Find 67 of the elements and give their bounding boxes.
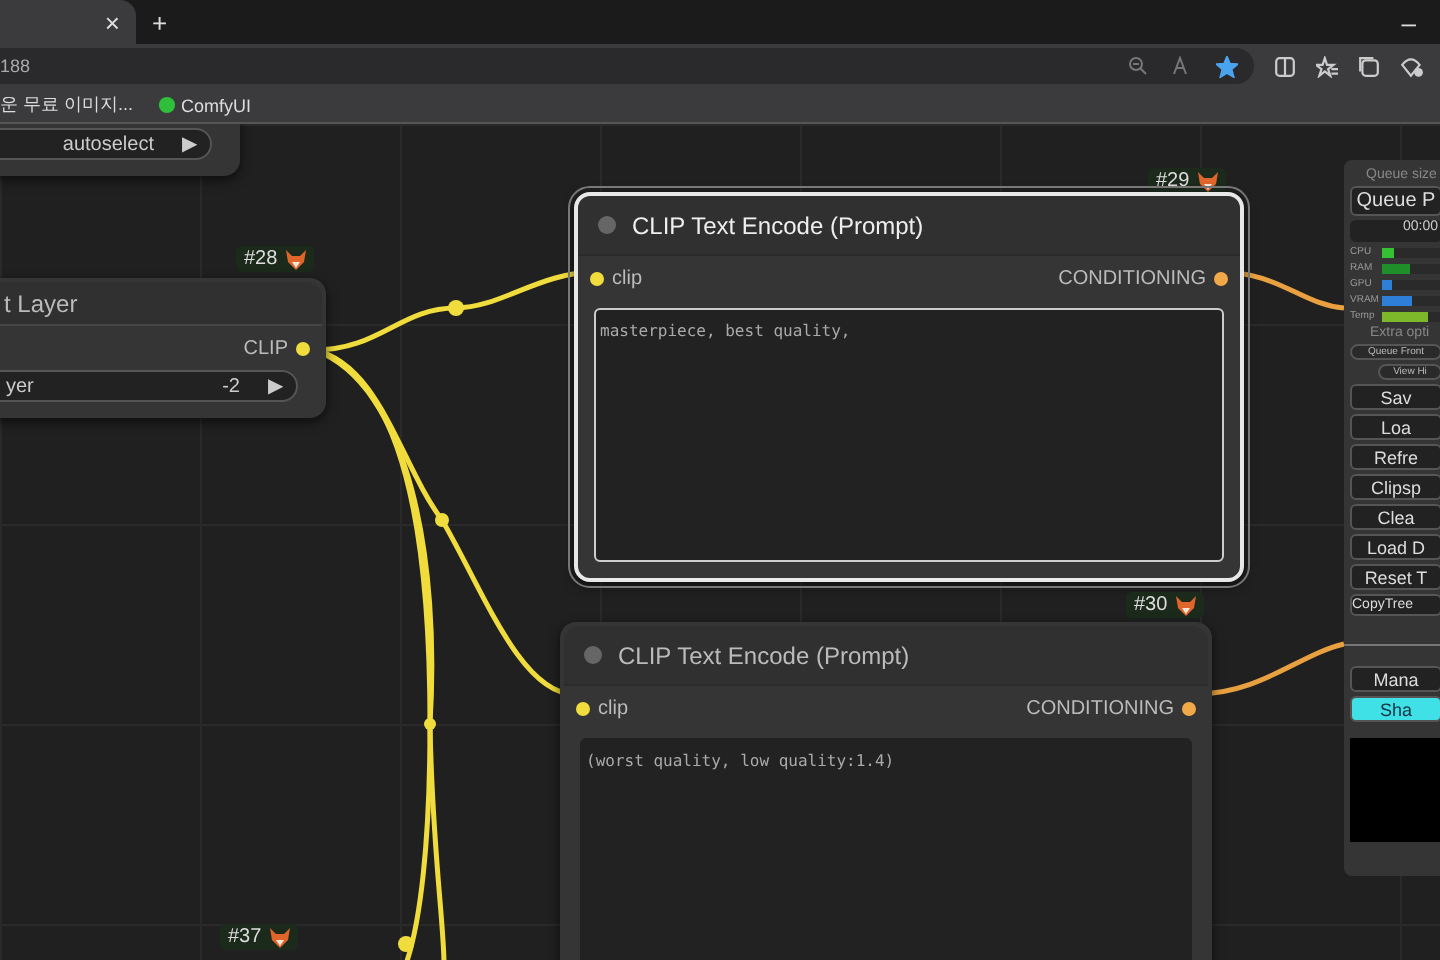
split-screen-icon[interactable] [1274, 55, 1296, 77]
output-slot[interactable]: CONDITIONING [1026, 697, 1196, 719]
zoom-out-icon[interactable] [1128, 56, 1148, 76]
collapse-dot-icon[interactable] [598, 216, 616, 234]
pin-icon[interactable] [1214, 271, 1228, 285]
output-slot[interactable]: CONDITIONING [1058, 267, 1228, 289]
site-icon [157, 96, 176, 114]
node-card[interactable]: CLIP Text Encode (Prompt) clip CONDITIONING masterpiece, best quality, [574, 192, 1244, 582]
pin-icon[interactable] [1182, 701, 1196, 715]
node-title: t Layer [4, 289, 78, 317]
pin-icon[interactable] [590, 271, 604, 285]
panel-button[interactable]: Clipsp [1350, 474, 1440, 500]
reroute-dot-icon[interactable] [424, 718, 436, 730]
panel-button[interactable]: Loa [1350, 414, 1440, 440]
minimize-button[interactable]: – [1393, 0, 1424, 44]
panel-button[interactable]: Sav [1350, 384, 1440, 410]
node-card[interactable]: CLIP Text Encode (Prompt) clip CONDITIONING (worst quality, low quality:1.4) [560, 622, 1212, 960]
collapse-dot-icon[interactable] [584, 646, 602, 664]
widget-label: yer [4, 373, 34, 399]
panel-button[interactable]: Refre [1350, 444, 1440, 470]
favorites-icon[interactable] [1316, 55, 1338, 77]
star-icon[interactable] [1216, 55, 1238, 77]
node-id: #28 [244, 248, 278, 270]
arrow-icon[interactable]: ▶ [182, 131, 198, 157]
preview-area [1350, 738, 1440, 842]
input-slot[interactable]: clip [576, 697, 629, 719]
pin-icon[interactable] [296, 341, 310, 355]
combo-widget[interactable]: autoselect ▶ [0, 128, 212, 160]
node-card[interactable]: autoselect ▶ [0, 124, 240, 176]
close-tab-button[interactable]: × [96, 9, 128, 35]
panel-button[interactable]: Reset T [1350, 564, 1440, 590]
node-title: CLIP Text Encode (Prompt) [632, 211, 924, 239]
number-widget[interactable]: yer -2 ▶ [0, 370, 298, 402]
node-title: CLIP Text Encode (Prompt) [618, 641, 910, 669]
browser-tab[interactable]: × [0, 0, 136, 44]
widget-value: autoselect [62, 131, 154, 157]
bookmark-link[interactable]: ComfyUI [157, 95, 252, 115]
reroute-dot-icon[interactable] [398, 936, 414, 952]
bookmark-link[interactable]: 운 무료 이미지... [0, 92, 134, 118]
panel-button[interactable]: Load D [1350, 534, 1440, 560]
extensions-icon[interactable] [1400, 55, 1424, 77]
prompt-text-area[interactable]: masterpiece, best quality, [594, 308, 1224, 562]
panel-button[interactable]: Clea [1350, 504, 1440, 530]
arrow-icon[interactable]: ▶ [268, 373, 284, 399]
fox-icon [285, 249, 306, 269]
prompt-text-area[interactable]: (worst quality, low quality:1.4) [580, 738, 1192, 960]
collections-icon[interactable] [1358, 55, 1380, 77]
url-text: 188 [0, 56, 33, 76]
fox-icon [269, 927, 290, 947]
node-canvas[interactable] [0, 124, 1440, 960]
panel-button[interactable]: Sha [1350, 696, 1440, 722]
node-id: #37 [228, 926, 262, 948]
input-slot[interactable]: clip [590, 267, 643, 289]
node-id: #29 [1156, 170, 1190, 192]
new-tab-button[interactable]: + [144, 0, 176, 44]
fox-icon [1175, 595, 1196, 615]
queue-button[interactable]: Queue P [1350, 186, 1440, 216]
widget-value: -2 [222, 373, 240, 399]
output-slot[interactable]: CLIP [243, 337, 310, 359]
node-id: #30 [1134, 594, 1168, 616]
read-aloud-icon[interactable] [1172, 56, 1192, 76]
node-card[interactable]: t Layer CLIP yer -2 ▶ [0, 278, 326, 418]
address-bar[interactable]: 188 [0, 48, 1254, 84]
reroute-dot-icon[interactable] [448, 300, 464, 316]
reroute-dot-icon[interactable] [435, 513, 449, 527]
panel-button[interactable]: Mana [1350, 666, 1440, 692]
pin-icon[interactable] [576, 701, 590, 715]
